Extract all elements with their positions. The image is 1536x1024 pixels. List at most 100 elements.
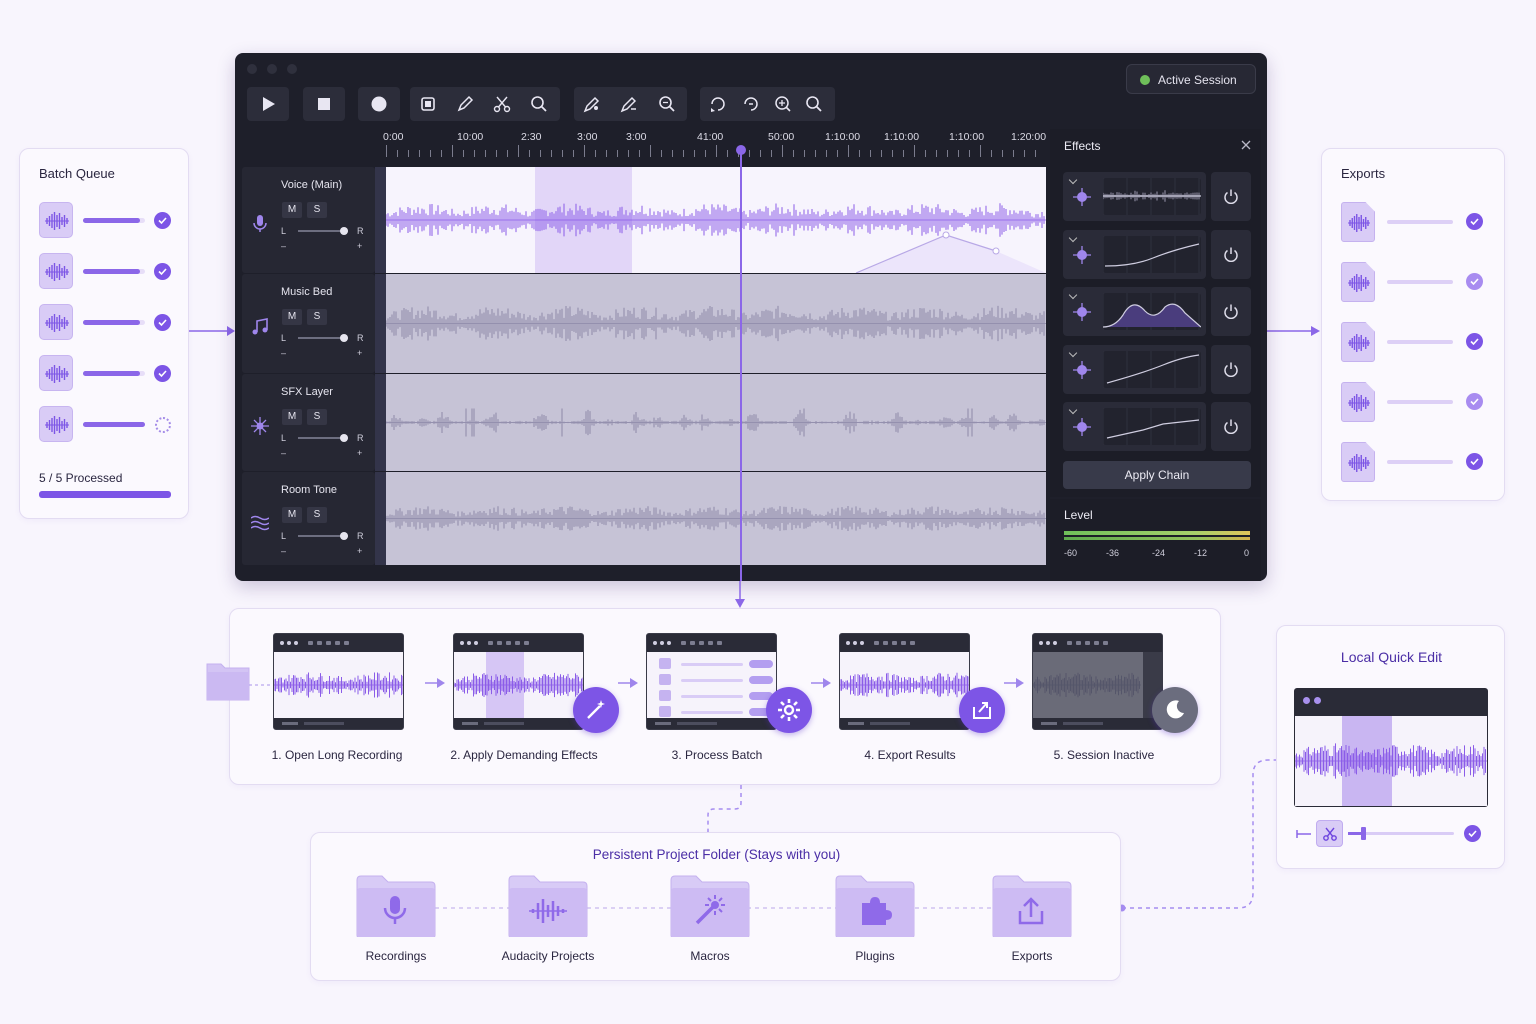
chevron-down-icon[interactable] bbox=[1068, 405, 1078, 415]
pan-left-label: L bbox=[281, 333, 287, 343]
export-file-icon[interactable] bbox=[1341, 442, 1375, 482]
mute-button[interactable]: M bbox=[282, 202, 302, 218]
chevron-down-icon[interactable] bbox=[1068, 233, 1078, 242]
effect-slot-reverb[interactable] bbox=[1063, 402, 1251, 451]
zoom-icon[interactable] bbox=[529, 94, 549, 114]
project-folder-recordings[interactable] bbox=[356, 875, 436, 937]
project-folder-audacity-projects[interactable] bbox=[508, 875, 588, 937]
quick-edit-canvas[interactable] bbox=[1295, 716, 1487, 806]
folder-label: Exports bbox=[1011, 949, 1053, 963]
effect-slot-limiter[interactable] bbox=[1063, 344, 1251, 394]
ruler-label: 1:10:00 bbox=[825, 131, 861, 143]
zoom-in-icon[interactable] bbox=[773, 94, 793, 114]
zoom-fit-icon[interactable] bbox=[657, 94, 677, 114]
queue-item-waveform[interactable] bbox=[39, 355, 73, 391]
project-folder-plugins[interactable] bbox=[835, 875, 915, 937]
loop-icon[interactable] bbox=[708, 94, 728, 114]
effect-curve-graph[interactable] bbox=[1103, 235, 1201, 273]
pan-knob[interactable] bbox=[340, 532, 348, 540]
track-header[interactable]: Music Bed M S L R – + bbox=[242, 274, 375, 373]
volume-envelope[interactable] bbox=[855, 231, 1046, 273]
envelope-icon[interactable] bbox=[619, 94, 639, 114]
chevron-down-icon[interactable] bbox=[1068, 175, 1078, 185]
queue-item-waveform[interactable] bbox=[39, 304, 73, 340]
effect-slot-noise-reduction[interactable] bbox=[1063, 172, 1251, 221]
export-file-icon[interactable] bbox=[1341, 262, 1375, 302]
pencil-icon[interactable] bbox=[455, 94, 475, 114]
gain-minus[interactable]: – bbox=[281, 348, 286, 358]
pan-slider[interactable] bbox=[298, 434, 348, 442]
effect-slot-compressor[interactable] bbox=[1063, 287, 1251, 336]
gain-minus[interactable]: – bbox=[281, 241, 286, 251]
track-header[interactable]: SFX Layer M S L R – + bbox=[242, 374, 375, 471]
pan-slider[interactable] bbox=[298, 227, 348, 235]
level-tick-label: -60 bbox=[1064, 548, 1078, 558]
mute-button[interactable]: M bbox=[282, 309, 302, 325]
effect-curve-graph[interactable] bbox=[1103, 408, 1201, 445]
pan-knob[interactable] bbox=[340, 434, 348, 442]
window-minimize-dot[interactable] bbox=[267, 64, 277, 74]
close-icon[interactable] bbox=[1241, 140, 1251, 150]
effect-curve-graph[interactable] bbox=[1103, 350, 1201, 388]
power-button[interactable] bbox=[1211, 229, 1251, 279]
quick-edit-slider[interactable] bbox=[1348, 827, 1454, 840]
zoom-out-icon[interactable] bbox=[804, 94, 824, 114]
track-lane[interactable] bbox=[386, 167, 1046, 273]
power-button[interactable] bbox=[1211, 287, 1251, 336]
mute-button[interactable]: M bbox=[282, 409, 302, 425]
effect-curve-graph[interactable] bbox=[1103, 178, 1201, 215]
stop-button[interactable] bbox=[303, 87, 345, 121]
export-file-icon[interactable] bbox=[1341, 382, 1375, 422]
queue-item-waveform[interactable] bbox=[39, 253, 73, 289]
track-lane[interactable] bbox=[386, 374, 1046, 471]
record-button[interactable] bbox=[358, 87, 400, 121]
scissors-button[interactable] bbox=[1316, 820, 1343, 847]
gain-plus[interactable]: + bbox=[357, 448, 362, 458]
power-icon bbox=[1224, 189, 1238, 204]
waveform-icon bbox=[1348, 454, 1370, 472]
effect-icon bbox=[1073, 303, 1091, 321]
solo-button[interactable]: S bbox=[307, 409, 327, 425]
export-file-icon[interactable] bbox=[1341, 202, 1375, 242]
track-lane[interactable] bbox=[386, 472, 1046, 565]
gain-minus[interactable]: – bbox=[281, 448, 286, 458]
window-maximize-dot[interactable] bbox=[287, 64, 297, 74]
power-button[interactable] bbox=[1211, 172, 1251, 221]
track-header[interactable]: Room Tone M S L R – + bbox=[242, 472, 375, 565]
project-folder-exports[interactable] bbox=[992, 875, 1072, 937]
play-button[interactable] bbox=[247, 87, 289, 121]
effect-slot-eq-curve[interactable] bbox=[1063, 229, 1251, 279]
folder-label: Plugins bbox=[855, 949, 895, 963]
export-file-icon[interactable] bbox=[1341, 322, 1375, 362]
track-lane[interactable] bbox=[386, 274, 1046, 373]
gain-plus[interactable]: + bbox=[357, 348, 362, 358]
chevron-down-icon[interactable] bbox=[1068, 348, 1078, 357]
queue-item-waveform[interactable] bbox=[39, 406, 73, 442]
effect-curve-graph[interactable] bbox=[1103, 293, 1201, 330]
chevron-down-icon[interactable] bbox=[1068, 290, 1078, 300]
gain-minus[interactable]: – bbox=[281, 546, 286, 556]
pan-knob[interactable] bbox=[340, 334, 348, 342]
gain-plus[interactable]: + bbox=[357, 546, 362, 556]
solo-button[interactable]: S bbox=[307, 309, 327, 325]
pan-knob[interactable] bbox=[340, 227, 348, 235]
window-close-dot[interactable] bbox=[247, 64, 257, 74]
folder-label: Macros bbox=[690, 949, 730, 963]
cut-icon[interactable] bbox=[492, 94, 512, 114]
trim-icon[interactable] bbox=[418, 94, 438, 114]
project-folder-macros[interactable] bbox=[670, 875, 750, 937]
draw-icon[interactable] bbox=[582, 94, 602, 114]
power-button[interactable] bbox=[1211, 402, 1251, 451]
slider-handle[interactable] bbox=[1361, 827, 1366, 840]
track-header[interactable]: Voice (Main) M S L R – + bbox=[242, 167, 375, 273]
solo-button[interactable]: S bbox=[307, 507, 327, 523]
mute-button[interactable]: M bbox=[282, 507, 302, 523]
pan-slider[interactable] bbox=[298, 334, 348, 342]
trim-start-icon[interactable] bbox=[1296, 828, 1312, 840]
power-button[interactable] bbox=[1211, 344, 1251, 394]
pan-slider[interactable] bbox=[298, 532, 348, 540]
solo-button[interactable]: S bbox=[307, 202, 327, 218]
gain-plus[interactable]: + bbox=[357, 241, 362, 251]
queue-item-waveform[interactable] bbox=[39, 202, 73, 238]
sync-icon[interactable] bbox=[741, 94, 761, 114]
